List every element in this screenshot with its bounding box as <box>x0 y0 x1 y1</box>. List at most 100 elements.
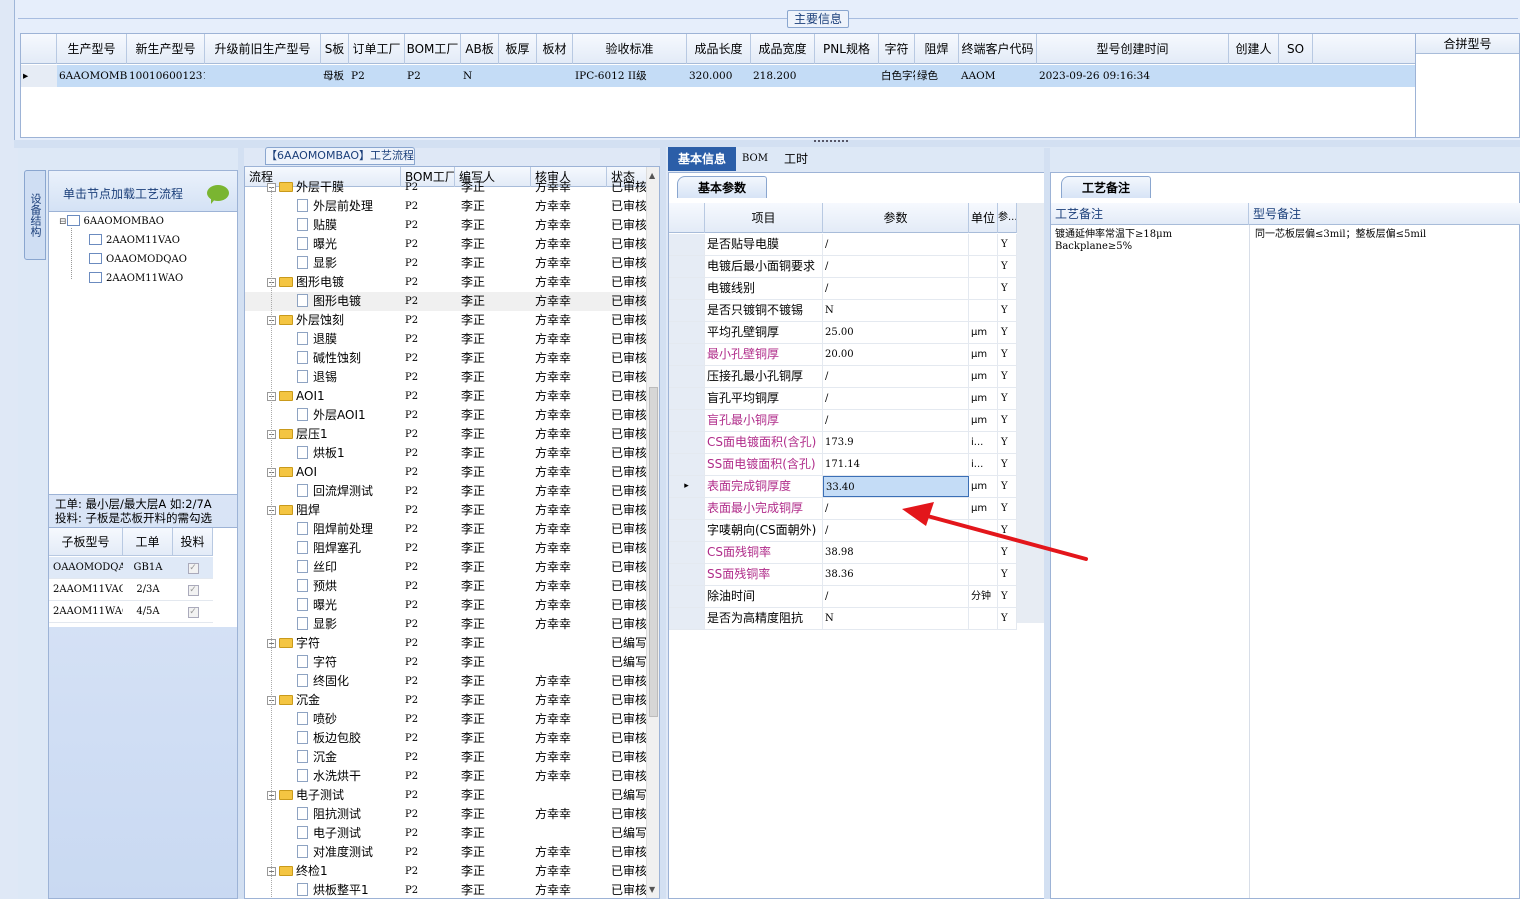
table-cell[interactable] <box>1229 65 1279 87</box>
process-row[interactable]: 沉金 P2 李正 方幸幸 已审核 <box>245 748 647 767</box>
param-value[interactable]: / <box>823 366 969 387</box>
main-info-grid[interactable]: 生产型号 新生产型号 升级前旧生产型号 S板 订单工厂 BOM工厂 AB板 板厚 板材 验收标准成… <box>20 33 1416 138</box>
param-row[interactable]: 盲孔平均铜厚 / μm Y <box>669 388 1017 410</box>
param-value[interactable]: N <box>823 608 969 629</box>
process-tree-grid[interactable]: 流程 BOM工厂 编写人 核审人 状态 − 外层干膜 P2 李正 方幸幸 已审核 外层前处理… <box>244 166 660 899</box>
process-row[interactable]: 对准度测试 P2 李正 方幸幸 已审核 <box>245 843 647 862</box>
column-header[interactable]: 阻焊 <box>915 34 959 64</box>
process-row[interactable]: 板边包胶 P2 李正 方幸幸 已审核 <box>245 729 647 748</box>
table-cell[interactable]: 母板 <box>321 65 349 87</box>
row-indicator[interactable] <box>669 520 705 541</box>
process-row[interactable]: 电子测试 P2 李正 已编写 <box>245 824 647 843</box>
row-indicator[interactable] <box>669 322 705 343</box>
tree-child-node[interactable]: OAAOMODQAO <box>89 252 187 268</box>
column-header[interactable]: 新生产型号 <box>127 34 205 64</box>
param-row[interactable]: 压接孔最小孔铜厚 / μm Y <box>669 366 1017 388</box>
sub-board-order[interactable]: GB1A <box>123 557 173 579</box>
feed-checkbox[interactable]: ✓ <box>187 563 199 574</box>
process-row[interactable]: 退锡 P2 李正 方幸幸 已审核 <box>245 368 647 387</box>
column-header[interactable]: 成品长度 <box>687 34 751 64</box>
structure-tree[interactable]: ⊟ 6AAOMOMBAO 2AAOM11VAO OAAOMODQAO 2AAOM1… <box>49 211 237 495</box>
param-value[interactable]: / <box>823 586 969 607</box>
scroll-down-icon[interactable]: ▼ <box>649 885 655 894</box>
remarks-title[interactable]: 工艺备注 <box>1061 176 1151 198</box>
column-header[interactable]: SO <box>1279 34 1313 64</box>
param-value[interactable]: 33.40 <box>823 476 969 497</box>
table-cell[interactable]: AAOM <box>959 65 1037 87</box>
column-header[interactable]: 子板型号 <box>49 528 123 556</box>
row-indicator[interactable] <box>669 234 705 255</box>
row-indicator-icon[interactable]: ▸ <box>21 65 57 87</box>
param-row[interactable]: 平均孔壁铜厚 25.00 μm Y <box>669 322 1017 344</box>
table-cell[interactable]: 白色字符 <box>879 65 915 87</box>
process-remark-text[interactable]: 镀通延伸率常温下≥18μm Backplane≥5% <box>1055 229 1245 253</box>
table-cell[interactable]: 320.000 <box>687 65 751 87</box>
column-header[interactable]: PNL规格 <box>815 34 879 64</box>
column-header[interactable]: AB板 <box>461 34 499 64</box>
process-row[interactable]: − 层压1 P2 李正 方幸幸 已审核 <box>245 425 647 444</box>
column-header[interactable]: 字符 <box>879 34 915 64</box>
basic-params-title[interactable]: 基本参数 <box>677 176 767 198</box>
sub-board-grid[interactable]: 子板型号 工单 投料 OAAOMODQAO GB1A ✓ 2AAOM11VAO 2/3A… <box>49 527 237 627</box>
row-indicator[interactable] <box>669 542 705 563</box>
scrollbar-thumb[interactable] <box>649 387 658 717</box>
param-row[interactable]: ▸ 表面完成铜厚度 33.40 μm Y <box>669 476 1017 498</box>
row-indicator[interactable] <box>669 564 705 585</box>
column-header[interactable]: 创建人 <box>1229 34 1279 64</box>
process-row[interactable]: 烘板1 P2 李正 方幸幸 已审核 <box>245 444 647 463</box>
process-row[interactable]: 喷砂 P2 李正 方幸幸 已审核 <box>245 710 647 729</box>
process-row[interactable]: − 电子测试 P2 李正 已编写 <box>245 786 647 805</box>
column-header[interactable]: 终端客户代码 <box>959 34 1037 64</box>
table-cell[interactable]: 绿色 <box>915 65 959 87</box>
table-cell[interactable] <box>499 65 537 87</box>
param-row[interactable]: 是否只镀铜不镀锡 N Y <box>669 300 1017 322</box>
process-row[interactable]: − 图形电镀 P2 李正 方幸幸 已审核 <box>245 273 647 292</box>
column-header[interactable]: 型号备注 <box>1249 203 1520 225</box>
param-row[interactable]: 电镀后最小面铜要求 / Y <box>669 256 1017 278</box>
table-cell[interactable]: 10010600123166 <box>127 65 205 87</box>
sub-board-model[interactable]: OAAOMODQAO <box>49 557 134 579</box>
table-row[interactable]: ▸6AAOMOMBAO10010600123166母板P2P2NIPC-6012… <box>21 65 1415 87</box>
process-row[interactable]: 终固化 P2 李正 方幸幸 已审核 <box>245 672 647 691</box>
process-row[interactable]: − 终检1 P2 李正 方幸幸 已审核 <box>245 862 647 881</box>
param-value[interactable]: N <box>823 300 969 321</box>
table-cell[interactable]: 6AAOMOMBAO <box>57 65 127 87</box>
column-header[interactable]: 参... <box>998 203 1017 233</box>
process-row[interactable]: 退膜 P2 李正 方幸幸 已审核 <box>245 330 647 349</box>
param-value[interactable]: 173.9 <box>823 432 969 453</box>
param-value[interactable]: / <box>823 234 969 255</box>
process-row[interactable]: 碱性蚀刻 P2 李正 方幸幸 已审核 <box>245 349 647 368</box>
process-row[interactable]: 图形电镀 P2 李正 方幸幸 已审核 <box>245 292 647 311</box>
model-remark-text[interactable]: 同一芯板层偏≤3mil；整板层偏≤5mil <box>1255 229 1517 241</box>
tab-device-structure[interactable]: 设备结构 <box>24 170 46 260</box>
row-indicator[interactable] <box>669 344 705 365</box>
param-row[interactable]: 是否贴导电膜 / Y <box>669 234 1017 256</box>
tab-basic-info[interactable]: 基本信息 <box>668 147 736 171</box>
process-row[interactable]: − 阻焊 P2 李正 方幸幸 已审核 <box>245 501 647 520</box>
param-row[interactable]: CS面电镀面积(含孔) 173.9 i... Y <box>669 432 1017 454</box>
column-header[interactable]: 升级前旧生产型号 <box>205 34 321 64</box>
column-header[interactable]: 工单 <box>123 528 173 556</box>
param-value[interactable]: / <box>823 388 969 409</box>
process-row[interactable]: − 外层蚀刻 P2 李正 方幸幸 已审核 <box>245 311 647 330</box>
column-header[interactable]: 成品宽度 <box>751 34 815 64</box>
param-value[interactable]: 20.00 <box>823 344 969 365</box>
sub-board-order[interactable]: 2/3A <box>123 579 173 601</box>
collapse-icon[interactable]: ⊟ <box>59 217 67 227</box>
table-cell[interactable]: 218.200 <box>751 65 815 87</box>
process-row[interactable]: 水洗烘干 P2 李正 方幸幸 已审核 <box>245 767 647 786</box>
process-row[interactable]: 显影 P2 李正 方幸幸 已审核 <box>245 254 647 273</box>
process-row[interactable]: 外层AOI1 P2 李正 方幸幸 已审核 <box>245 406 647 425</box>
process-row[interactable]: 阻焊前处理 P2 李正 方幸幸 已审核 <box>245 520 647 539</box>
process-row[interactable]: − 字符 P2 李正 已编写 <box>245 634 647 653</box>
process-row[interactable]: 外层前处理 P2 李正 方幸幸 已审核 <box>245 197 647 216</box>
vertical-splitter[interactable] <box>660 148 666 899</box>
process-row[interactable]: 曝光 P2 李正 方幸幸 已审核 <box>245 596 647 615</box>
column-header[interactable]: BOM工厂 <box>405 34 461 64</box>
tab-bom[interactable]: BOM <box>738 147 772 171</box>
row-indicator[interactable] <box>669 586 705 607</box>
column-header[interactable]: 型号创建时间 <box>1037 34 1229 64</box>
param-value[interactable]: / <box>823 278 969 299</box>
table-cell[interactable]: IPC-6012 II级 <box>573 65 687 87</box>
tree-root-node[interactable]: ⊟ 6AAOMOMBAO <box>59 214 164 230</box>
